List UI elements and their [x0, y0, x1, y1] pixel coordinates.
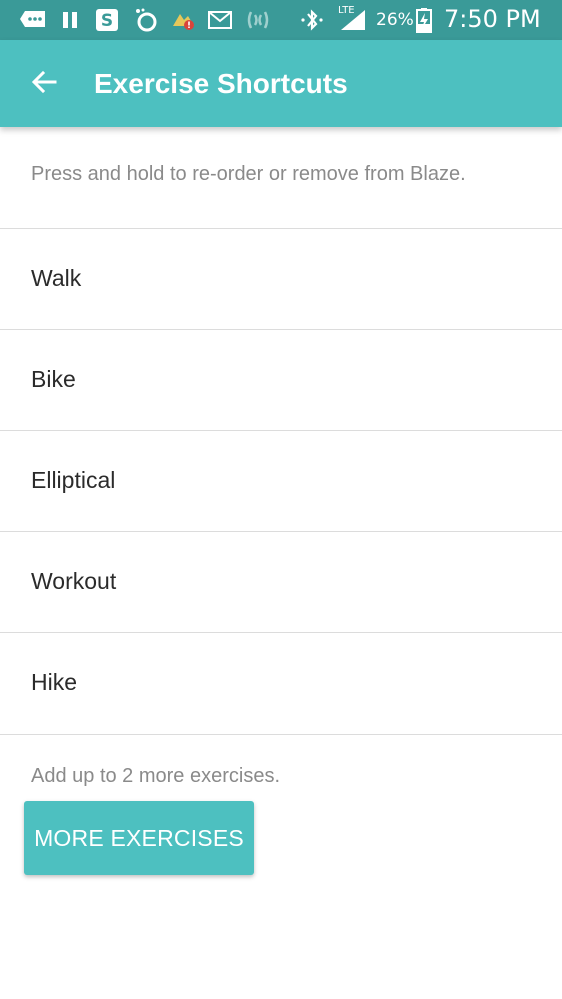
exercise-item-hike[interactable]: Hike — [0, 633, 562, 733]
sync-icon — [132, 8, 160, 32]
mail-icon — [207, 8, 233, 32]
exercise-label: Elliptical — [31, 467, 116, 493]
exercise-label: Hike — [31, 669, 78, 695]
exercise-item-elliptical[interactable]: Elliptical — [0, 431, 562, 531]
signal-icon — [338, 8, 368, 32]
exercise-label: Walk — [31, 265, 82, 291]
exercise-label: Bike — [31, 366, 76, 392]
exercise-item-bike[interactable]: Bike — [0, 330, 562, 430]
battery-charging-icon — [414, 8, 434, 33]
s-app-icon: S — [94, 8, 120, 32]
add-more-note: Add up to 2 more exercises. — [31, 765, 281, 787]
exercise-label: Workout — [31, 568, 117, 594]
weather-alert-icon — [170, 8, 196, 32]
battery-percent: 26% — [376, 10, 414, 30]
exercise-item-walk[interactable]: Walk — [0, 229, 562, 329]
status-bar: S LTE 26% 7:50 PM — [0, 0, 562, 40]
app-bar: Exercise Shortcuts — [0, 40, 562, 127]
pause-icon — [60, 8, 80, 32]
clock: 7:50 PM — [444, 5, 541, 33]
divider — [0, 734, 562, 735]
more-exercises-button[interactable]: MORE EXERCISES — [24, 801, 254, 875]
back-arrow-icon — [30, 68, 58, 101]
svg-text:S: S — [101, 11, 113, 31]
exercise-item-workout[interactable]: Workout — [0, 532, 562, 632]
page-title: Exercise Shortcuts — [94, 68, 348, 99]
instructions-text: Press and hold to re-order or remove fro… — [31, 163, 466, 185]
back-button[interactable] — [22, 62, 66, 106]
nfc-icon — [244, 8, 272, 32]
chat-icon — [18, 8, 48, 32]
bluetooth-icon — [298, 8, 326, 32]
